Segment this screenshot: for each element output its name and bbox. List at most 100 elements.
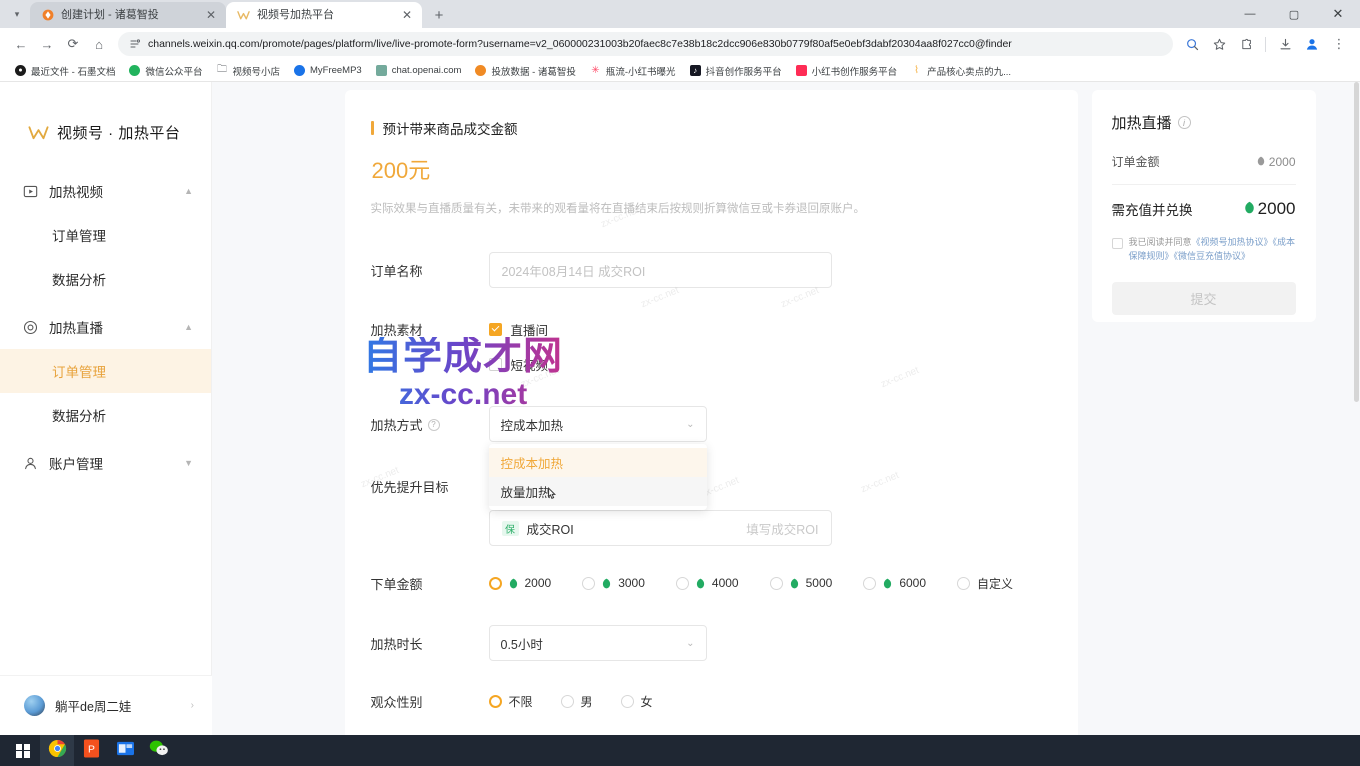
back-icon[interactable]: ← (8, 31, 34, 57)
cursor-pointer-icon (545, 486, 560, 507)
address-bar[interactable]: channels.weixin.qq.com/promote/pages/pla… (118, 32, 1173, 56)
duration-select[interactable]: 0.5小时 ⌄ (489, 625, 707, 661)
bookmark-item[interactable]: ♪ 抖音创作服务平台 (683, 64, 789, 78)
browser-tab-2[interactable]: 视频号加热平台 ✕ (226, 2, 422, 28)
order-amount-option-2000[interactable]: 2000 (489, 576, 552, 590)
sidebar-item-live-orders[interactable]: 订单管理 (0, 349, 211, 393)
kebab-menu-icon[interactable]: ⋮ (1326, 31, 1352, 57)
radio-3000[interactable] (582, 577, 595, 590)
agreement-row[interactable]: 我已阅读并同意《视频号加热协议》《成本保障规则》《微信豆充值协议》 (1112, 236, 1296, 264)
profile-icon[interactable] (1299, 31, 1325, 57)
material-option-live[interactable]: 直播间 (489, 314, 1038, 344)
order-amount-option-6000[interactable]: 6000 (863, 576, 926, 590)
bookmark-label: 抖音创作服务平台 (706, 64, 782, 78)
guarantee-badge: 保 (502, 521, 519, 536)
boost-mode-value: 控成本加热 (501, 415, 687, 434)
bookmark-item[interactable]: 微信公众平台 (122, 64, 209, 78)
chevron-up-icon: ▲ (184, 322, 193, 332)
submit-button[interactable]: 提交 (1112, 282, 1296, 315)
wps-taskbar-item[interactable]: P (74, 735, 108, 766)
sidebar-group-live[interactable]: 加热直播 ▲ (0, 305, 211, 349)
wechat-bean-icon (696, 578, 705, 589)
sidebar-group-video[interactable]: 加热视频 ▲ (0, 169, 211, 213)
reload-icon[interactable]: ⟳ (60, 31, 86, 57)
radio-gender-female[interactable] (621, 695, 634, 708)
star-icon[interactable] (1206, 31, 1232, 57)
order-amount-option-4000[interactable]: 4000 (676, 576, 739, 590)
bookmark-label: MyFreeMP3 (310, 65, 362, 76)
summary-divider (1112, 184, 1296, 185)
chevron-right-icon[interactable]: › (191, 700, 194, 711)
minimize-button[interactable]: — (1228, 0, 1272, 28)
site-settings-icon[interactable] (128, 38, 141, 51)
radio-gender-any[interactable] (489, 695, 502, 708)
toolbar-divider (1265, 37, 1266, 52)
page-scrollbar[interactable] (1353, 82, 1360, 735)
priority-goal-name: 成交ROI (527, 519, 739, 538)
bookmark-item[interactable]: 投放数据 - 诸葛智投 (468, 64, 582, 78)
bookmark-label: 瓶流-小红书曝光 (606, 64, 676, 78)
close-tab-icon-1[interactable]: ✕ (204, 8, 218, 22)
sidebar-item-video-analytics[interactable]: 数据分析 (0, 257, 211, 301)
start-button[interactable] (6, 735, 40, 766)
bookmark-item[interactable]: 🗀视频号小店 (209, 64, 287, 78)
home-icon[interactable]: ⌂ (86, 31, 112, 57)
radio-4000[interactable] (676, 577, 689, 590)
sidebar-group-account[interactable]: 账户管理 ▼ (0, 441, 211, 485)
radio-gender-male[interactable] (561, 695, 574, 708)
tab-strip: ▾ 创建计划 - 诸葛智投 ✕ 视频号加热平台 ✕ + — ▢ ✕ (0, 0, 1360, 28)
scrollbar-thumb[interactable] (1354, 82, 1359, 402)
forward-icon[interactable]: → (34, 31, 60, 57)
maximize-button[interactable]: ▢ (1272, 0, 1316, 28)
checkbox-live[interactable] (489, 323, 502, 336)
checkbox-short-video[interactable] (489, 358, 502, 371)
duration-value: 0.5小时 (501, 634, 687, 653)
info-icon[interactable]: i (1178, 116, 1191, 129)
tab-title-2: 视频号加热平台 (257, 2, 393, 28)
radio-2000[interactable] (489, 577, 502, 590)
question-mark-icon[interactable]: ? (428, 419, 440, 431)
order-name-input[interactable]: 2024年08月14日 成交ROI (489, 252, 832, 288)
dropdown-option-cost-control[interactable]: 控成本加热 (489, 448, 707, 477)
download-icon[interactable] (1272, 31, 1298, 57)
radio-6000[interactable] (863, 577, 876, 590)
browser-tab-1[interactable]: 创建计划 - 诸葛智投 ✕ (30, 2, 226, 28)
close-window-button[interactable]: ✕ (1316, 0, 1360, 28)
sidebar-user-row[interactable]: 躺平de周二娃 › (0, 675, 212, 735)
order-amount-option-3000[interactable]: 3000 (582, 576, 645, 590)
order-amount-option-5000[interactable]: 5000 (770, 576, 833, 590)
gender-option-female[interactable]: 女 (621, 693, 653, 710)
puzzle-icon[interactable] (1233, 31, 1259, 57)
bookmark-item[interactable]: ●最近文件 - 石墨文档 (8, 64, 122, 78)
bookmark-item[interactable]: chat.openai.com (369, 65, 469, 76)
sidebar-item-video-orders[interactable]: 订单管理 (0, 213, 211, 257)
agreement-checkbox[interactable] (1112, 238, 1123, 249)
tab-search-icon[interactable]: ▾ (4, 0, 30, 28)
douyin-icon: ♪ (690, 65, 701, 76)
order-amount-option-custom[interactable]: 自定义 (957, 575, 1013, 592)
radio-custom[interactable] (957, 577, 970, 590)
priority-goal-input[interactable]: 保 成交ROI 填写成交ROI (489, 510, 832, 546)
search-zoom-icon[interactable] (1179, 31, 1205, 57)
wechat-mp-icon (129, 65, 140, 76)
tab-title-1: 创建计划 - 诸葛智投 (61, 2, 197, 28)
chrome-taskbar-item[interactable] (40, 735, 74, 766)
sidebar-item-live-analytics[interactable]: 数据分析 (0, 393, 211, 437)
avatar (24, 695, 45, 716)
new-tab-button[interactable]: + (426, 2, 452, 28)
bookmark-item[interactable]: 小红书创作服务平台 (789, 64, 905, 78)
material-option-video[interactable]: 短视频 (489, 349, 1038, 379)
radio-5000[interactable] (770, 577, 783, 590)
boost-mode-select[interactable]: 控成本加热 ⌄ (489, 406, 707, 442)
bookmark-item[interactable]: ⌇产品核心卖点的九... (904, 64, 1018, 78)
gender-option-any[interactable]: 不限 (489, 693, 533, 710)
bookmark-label: 微信公众平台 (145, 64, 202, 78)
wechat-taskbar-item[interactable] (142, 735, 176, 766)
close-tab-icon-2[interactable]: ✕ (400, 8, 414, 22)
explorer-taskbar-item[interactable] (108, 735, 142, 766)
bookmark-item[interactable]: ✳瓶流-小红书曝光 (583, 64, 683, 78)
windows-taskbar: P (0, 735, 1360, 766)
dropdown-option-max-volume[interactable]: 放量加热 (489, 477, 707, 506)
bookmark-item[interactable]: MyFreeMP3 (287, 65, 369, 76)
gender-option-male[interactable]: 男 (561, 693, 593, 710)
